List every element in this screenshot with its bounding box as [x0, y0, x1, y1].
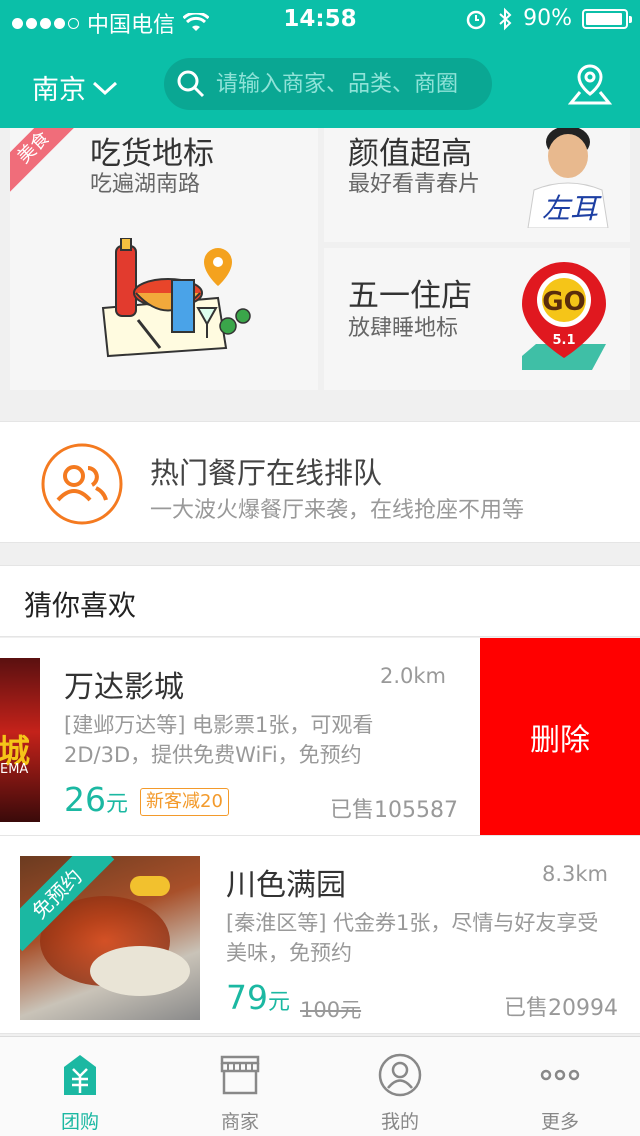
go-badge-text: GO: [542, 287, 585, 317]
tab-label: 我的: [380, 1111, 419, 1133]
user-icon: [378, 1053, 422, 1097]
queue-banner[interactable]: 热门餐厅在线排队 一大波火爆餐厅来袭，在线抢座不用等: [0, 421, 640, 543]
bluetooth-icon: [499, 7, 512, 30]
item-distance: 2.0km: [380, 664, 447, 688]
recommend-header: 猜你喜欢: [0, 565, 640, 637]
app-screen: 中国电信 14:58 90% 南京 请输入商家、品类、商圈 美食 吃货地标 吃遍…: [0, 0, 640, 1136]
list-item[interactable]: 免预约 川色满园 8.3km [秦淮区等] 代金券1张，尽情与好友享受美味，免预…: [0, 836, 640, 1034]
chevron-down-icon: [92, 81, 118, 95]
bottom-tab-bar: 团购 商家 我的 更多: [0, 1036, 640, 1136]
promo-card-hotel[interactable]: 五一住店 放肆睡地标 GO 5.1: [324, 248, 630, 390]
status-bar: 中国电信 14:58 90%: [0, 0, 640, 40]
map-location-button[interactable]: [567, 62, 613, 110]
tab-mine[interactable]: 我的: [320, 1037, 480, 1136]
thumb-subtitle: EMA: [0, 762, 29, 777]
more-icon: [540, 1069, 580, 1081]
promo-subtitle: 最好看青春片: [348, 172, 481, 197]
tab-groupbuy[interactable]: 团购: [0, 1037, 160, 1136]
poster-figure: 左耳: [527, 128, 609, 228]
tab-label: 更多: [540, 1111, 579, 1133]
price-unit: 元: [268, 990, 291, 1015]
promo-subtitle: 放肆睡地标: [348, 316, 459, 341]
price-value: 26: [64, 780, 106, 819]
search-icon: [177, 70, 205, 98]
promo-card-foodie[interactable]: 美食 吃货地标 吃遍湖南路: [10, 128, 318, 390]
group-users-icon: [41, 443, 123, 525]
item-thumbnail: 免预约: [20, 856, 200, 1020]
item-distance: 8.3km: [542, 862, 609, 886]
promo-subtitle: 吃遍湖南路: [90, 172, 201, 197]
tab-more[interactable]: 更多: [480, 1037, 640, 1136]
promo-title: 五一住店: [348, 278, 472, 314]
item-name: 万达影城: [64, 670, 184, 705]
item-sold-count: 已售20994: [504, 996, 618, 1021]
queue-title: 热门餐厅在线排队: [150, 456, 383, 490]
price-value: 79: [226, 978, 268, 1017]
battery-icon: [582, 8, 632, 29]
alarm-icon: [466, 10, 486, 29]
tab-store[interactable]: 商家: [160, 1037, 320, 1136]
tab-label: 团购: [60, 1111, 99, 1133]
search-input[interactable]: [216, 71, 486, 97]
tab-label: 商家: [220, 1111, 259, 1133]
map-pin-icon: [567, 64, 613, 105]
store-icon: [220, 1055, 260, 1095]
recommend-title: 猜你喜欢: [24, 589, 137, 622]
item-thumbnail: 城 EMA: [0, 658, 40, 822]
search-bar[interactable]: [164, 58, 492, 110]
poster-text: 左耳: [542, 192, 602, 225]
status-right: 90%: [465, 6, 632, 31]
item-name: 川色满园: [226, 868, 346, 903]
item-sold-count: 已售105587: [330, 798, 458, 823]
item-price: 26元: [64, 780, 128, 819]
delete-button[interactable]: 删除: [480, 638, 640, 835]
price-unit: 元: [106, 792, 129, 817]
original-price: 100元: [300, 998, 362, 1022]
promo-card-movie[interactable]: 颜值超高 最好看青春片 左耳: [324, 128, 630, 242]
top-header: 中国电信 14:58 90% 南京: [0, 0, 640, 128]
list-item[interactable]: 城 EMA 万达影城 2.0km [建邺万达等] 电影票1张，可观看2D/3D，…: [0, 638, 640, 836]
city-selector[interactable]: 南京: [32, 68, 118, 107]
groupbuy-icon: [64, 1055, 96, 1095]
new-customer-tag: 新客减20: [140, 788, 229, 816]
item-price: 79元: [226, 978, 290, 1017]
food-illustration: [101, 238, 251, 358]
promo-grid: 美食 吃货地标 吃遍湖南路 颜值超高 最好看青春片 左耳 五一住店 放肆睡地标 …: [0, 128, 640, 400]
item-description: [秦淮区等] 代金券1张，尽情与好友享受美味，免预约: [226, 911, 599, 965]
item-description: [建邺万达等] 电影票1张，可观看2D/3D，提供免费WiFi，免预约: [64, 713, 374, 767]
go-badge-subtext: 5.1: [552, 333, 575, 348]
battery-percent: 90%: [523, 6, 572, 31]
queue-subtitle: 一大波火爆餐厅来袭，在线抢座不用等: [150, 498, 525, 523]
food-ribbon: 美食: [10, 128, 80, 194]
city-label: 南京: [32, 75, 86, 106]
go-pin-badge: GO 5.1: [522, 262, 606, 370]
